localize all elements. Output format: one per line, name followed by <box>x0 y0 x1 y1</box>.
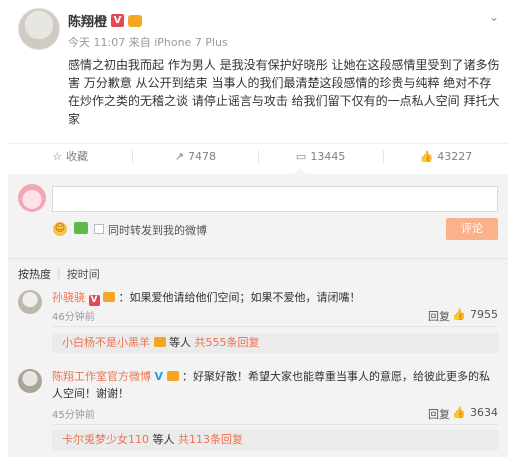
divider <box>52 424 498 425</box>
comment-input[interactable] <box>52 186 498 212</box>
star-icon: ☆ <box>52 150 63 163</box>
comment-text: 陈翔工作室官方微博 V ：好聚好散！希望大家也能尊重当事人的意愿，给彼此更多的私… <box>52 368 498 402</box>
comment-text: 孙骁骁 V ：如果爱他请给他们空间；如果不爱他，请闭嘴！ <box>52 289 498 306</box>
comment-button[interactable]: ▭ 13445 <box>259 150 384 164</box>
comment-panel: ☺ 同时转发到我的微博 评论 按热度 | 按时间 孙骁骁 V ：如果爱他请给他们… <box>8 168 508 457</box>
action-bar: ☆ 收藏 ↗ 7478 ▭ 13445 👍 43227 <box>8 143 508 167</box>
repost-button[interactable]: ↗ 7478 <box>133 150 259 164</box>
vip-crown-icon <box>103 292 115 302</box>
weibo-post-card: 陈翔橙 V 今天 11:07 来自 iPhone 7 Plus ⌄ 感情之初由我… <box>0 0 517 457</box>
sub-replies-link[interactable]: 卡尔兎梦少女110 等人 共113条回复 <box>52 430 498 450</box>
repost-checkbox[interactable] <box>94 224 104 234</box>
post-meta: 今天 11:07 来自 iPhone 7 Plus <box>68 36 228 49</box>
author-row: 陈翔橙 V <box>68 11 143 30</box>
panel-pointer <box>294 168 306 174</box>
author-name[interactable]: 陈翔橙 <box>68 11 107 30</box>
submit-comment-button[interactable]: 评论 <box>446 218 498 240</box>
comment-like-button[interactable]: 👍 7955 <box>452 308 498 321</box>
sub-reply-suffix: 等人 <box>152 433 175 446</box>
comment-avatar[interactable] <box>18 369 42 393</box>
comment-time: 46分钟前 <box>52 312 95 323</box>
emoji-icon[interactable]: ☺ <box>53 222 67 236</box>
like-button[interactable]: 👍 43227 <box>384 150 508 164</box>
verified-icon: V <box>88 295 100 306</box>
thumbs-up-icon: 👍 <box>452 308 466 321</box>
sub-reply-suffix: 等人 <box>169 336 191 349</box>
repost-icon: ↗ <box>174 150 184 163</box>
sort-tabs: 按热度 | 按时间 <box>18 266 100 282</box>
sub-reply-user: 小白杨不是小黑羊 <box>62 336 150 349</box>
post-text: 感情之初由我而起 作为男人 是我没有保护好晓彤 让她在这段感情里受到了诸多伤害 … <box>68 58 500 126</box>
image-icon[interactable] <box>74 222 88 234</box>
favorite-button[interactable]: ☆ 收藏 <box>8 150 134 164</box>
thumbs-up-icon: 👍 <box>452 406 466 419</box>
vip-crown-icon <box>166 371 179 381</box>
tab-sort-time[interactable]: 按时间 <box>67 266 100 282</box>
sub-replies-link[interactable]: 小白杨不是小黑羊 等人 共555条回复 <box>52 333 498 353</box>
comment-like-count: 3634 <box>470 406 498 419</box>
repost-checkbox-label: 同时转发到我的微博 <box>108 224 207 237</box>
like-count: 43227 <box>437 150 473 163</box>
chevron-down-icon[interactable]: ⌄ <box>489 10 499 24</box>
verified-icon: V <box>154 370 164 383</box>
comment-username[interactable]: 陈翔工作室官方微博 <box>52 370 151 383</box>
my-avatar[interactable] <box>18 184 46 212</box>
reply-button[interactable]: 回复 <box>428 308 450 324</box>
favorite-label: 收藏 <box>66 150 89 163</box>
divider <box>52 326 498 327</box>
comment-count: 13445 <box>310 150 346 163</box>
author-avatar[interactable] <box>18 8 60 50</box>
sub-reply-user: 卡尔兎梦少女110 <box>62 433 149 446</box>
comment-body: ：如果爱他请给他们空间；如果不爱他，请闭嘴！ <box>118 291 361 304</box>
repost-count: 7478 <box>187 150 216 163</box>
thumbs-up-icon: 👍 <box>419 150 434 163</box>
sub-reply-count: 共555条回复 <box>194 336 260 349</box>
comment-like-count: 7955 <box>470 308 498 321</box>
reply-button[interactable]: 回复 <box>428 406 450 422</box>
comment-like-button[interactable]: 👍 3634 <box>452 406 498 419</box>
sub-reply-count: 共113条回复 <box>178 433 243 446</box>
vip-crown-icon <box>153 337 166 347</box>
tab-sort-hot[interactable]: 按热度 <box>18 266 51 282</box>
comment-username[interactable]: 孙骁骁 <box>52 291 85 304</box>
comment-avatar[interactable] <box>18 290 42 314</box>
divider <box>8 258 508 259</box>
verified-icon: V <box>111 14 125 27</box>
vip-crown-icon <box>128 14 143 27</box>
tab-separator: | <box>57 266 61 279</box>
comment-time: 45分钟前 <box>52 410 95 421</box>
comment-icon: ▭ <box>295 150 307 163</box>
